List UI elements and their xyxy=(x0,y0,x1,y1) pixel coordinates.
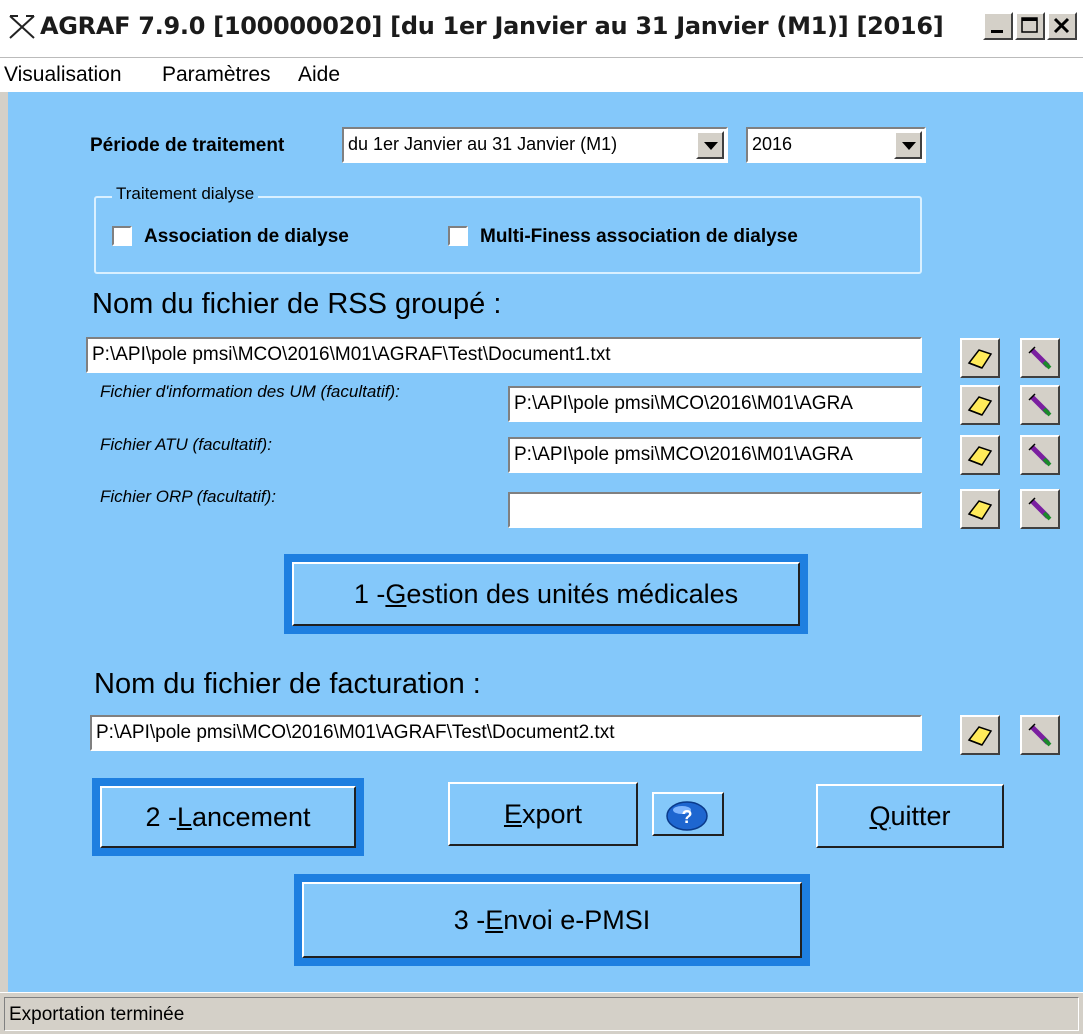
orp-clear-button[interactable] xyxy=(1020,489,1060,529)
rss-file-input[interactable]: P:\API\pole pmsi\MCO\2016\M01\AGRAF\Test… xyxy=(86,337,922,373)
atu-label: Fichier ATU (facultatif): xyxy=(100,435,272,454)
dialyse-group: Traitement dialyse Association de dialys… xyxy=(94,184,922,274)
dialyse-group-label: Traitement dialyse xyxy=(112,184,259,204)
gestion-um-button[interactable]: 1 - Gestion des unités médicales xyxy=(284,554,808,634)
close-icon xyxy=(1053,17,1070,34)
window-title: AGRAF 7.9.0 [100000020] [du 1er Janvier … xyxy=(40,12,944,40)
envoi-hotkey: E xyxy=(485,904,504,935)
facturation-clear-button[interactable] xyxy=(1020,715,1060,755)
minimize-button[interactable] xyxy=(983,12,1013,40)
export-button[interactable]: Export xyxy=(448,782,638,846)
periode-label: Période de traitement xyxy=(90,135,285,156)
atu-file-input[interactable]: P:\API\pole pmsi\MCO\2016\M01\AGRA xyxy=(508,437,922,473)
orp-browse-button[interactable] xyxy=(960,489,1000,529)
pen-clear-icon xyxy=(1028,723,1052,747)
menu-visualisation[interactable]: Visualisation xyxy=(0,61,126,89)
help-button[interactable]: ? xyxy=(652,792,724,836)
maximize-button[interactable] xyxy=(1015,12,1045,40)
eraser-browse-icon xyxy=(967,396,993,416)
pen-clear-icon xyxy=(1028,443,1052,467)
orp-file-input[interactable] xyxy=(508,492,922,528)
gestion-label: estion des unités médicales xyxy=(406,578,739,609)
svg-text:?: ? xyxy=(682,807,693,827)
envoi-label: nvoi e-PMSI xyxy=(503,904,651,935)
eraser-browse-icon xyxy=(967,500,993,520)
gestion-hotkey: G xyxy=(385,578,407,609)
rss-heading: Nom du fichier de RSS groupé : xyxy=(92,288,502,320)
status-pane: Exportation terminée xyxy=(4,997,1079,1031)
export-hotkey: E xyxy=(503,798,522,829)
help-question-icon: ? xyxy=(666,801,708,831)
atu-clear-button[interactable] xyxy=(1020,435,1060,475)
eraser-browse-icon xyxy=(967,349,993,369)
um-file-input[interactable]: P:\API\pole pmsi\MCO\2016\M01\AGRA xyxy=(508,386,922,422)
association-dialyse-label: Association de dialyse xyxy=(144,226,349,247)
multi-finess-label: Multi-Finess association de dialyse xyxy=(480,226,798,247)
pen-clear-icon xyxy=(1028,346,1052,370)
quitter-button[interactable]: Quitter xyxy=(816,784,1004,848)
menu-aide[interactable]: Aide xyxy=(294,61,344,89)
chevron-down-icon[interactable] xyxy=(696,131,724,159)
facturation-browse-button[interactable] xyxy=(960,715,1000,755)
status-text: Exportation terminée xyxy=(9,1004,185,1025)
quitter-hotkey: Q xyxy=(869,800,891,831)
title-bar: AGRAF 7.9.0 [100000020] [du 1er Janvier … xyxy=(0,0,1083,58)
agraf-window: AGRAF 7.9.0 [100000020] [du 1er Janvier … xyxy=(0,0,1083,1034)
status-bar: Exportation terminée xyxy=(0,992,1083,1034)
period-select[interactable]: du 1er Janvier au 31 Janvier (M1) xyxy=(342,127,728,163)
association-dialyse-checkbox[interactable] xyxy=(112,226,132,246)
um-clear-button[interactable] xyxy=(1020,385,1060,425)
rss-file-value: P:\API\pole pmsi\MCO\2016\M01\AGRAF\Test… xyxy=(92,344,611,365)
period-select-value: du 1er Janvier au 31 Janvier (M1) xyxy=(348,134,618,154)
agraf-cross-icon xyxy=(9,15,35,39)
lancement-prefix: 2 - xyxy=(145,801,177,832)
minimize-icon xyxy=(991,30,1003,33)
pen-clear-icon xyxy=(1028,393,1052,417)
um-browse-button[interactable] xyxy=(960,385,1000,425)
close-button[interactable] xyxy=(1047,12,1077,40)
orp-label: Fichier ORP (facultatif): xyxy=(100,487,277,506)
chevron-down-icon[interactable] xyxy=(894,131,922,159)
um-label: Fichier d'information des UM (facultatif… xyxy=(100,382,400,401)
atu-file-value: P:\API\pole pmsi\MCO\2016\M01\AGRA xyxy=(514,444,853,465)
lancement-hotkey: L xyxy=(176,801,192,832)
pen-clear-icon xyxy=(1028,497,1052,521)
quitter-label: uitter xyxy=(890,800,951,831)
eraser-browse-icon xyxy=(967,446,993,466)
multi-finess-checkbox[interactable] xyxy=(448,226,468,246)
gestion-prefix: 1 - xyxy=(353,578,386,609)
envoi-epmsi-button[interactable]: 3 - Envoi e-PMSI xyxy=(294,874,810,966)
envoi-prefix: 3 - xyxy=(453,904,486,935)
rss-browse-button[interactable] xyxy=(960,338,1000,378)
facturation-heading: Nom du fichier de facturation : xyxy=(94,668,481,700)
year-select[interactable]: 2016 xyxy=(746,127,926,163)
menu-bar: Visualisation Paramètres Aide xyxy=(0,58,1083,92)
rss-clear-button[interactable] xyxy=(1020,338,1060,378)
window-left-edge xyxy=(0,92,8,992)
um-file-value: P:\API\pole pmsi\MCO\2016\M01\AGRA xyxy=(514,393,853,414)
facturation-file-input[interactable]: P:\API\pole pmsi\MCO\2016\M01\AGRAF\Test… xyxy=(90,715,922,751)
eraser-browse-icon xyxy=(967,726,993,746)
maximize-icon xyxy=(1021,17,1038,33)
main-form: Période de traitement du 1er Janvier au … xyxy=(8,92,1083,992)
year-select-value: 2016 xyxy=(752,134,793,154)
lancement-button[interactable]: 2 - Lancement xyxy=(92,778,364,856)
menu-parametres[interactable]: Paramètres xyxy=(158,61,275,89)
atu-browse-button[interactable] xyxy=(960,435,1000,475)
facturation-file-value: P:\API\pole pmsi\MCO\2016\M01\AGRAF\Test… xyxy=(96,722,615,743)
export-label: xport xyxy=(521,798,583,829)
lancement-label: ancement xyxy=(191,801,311,832)
